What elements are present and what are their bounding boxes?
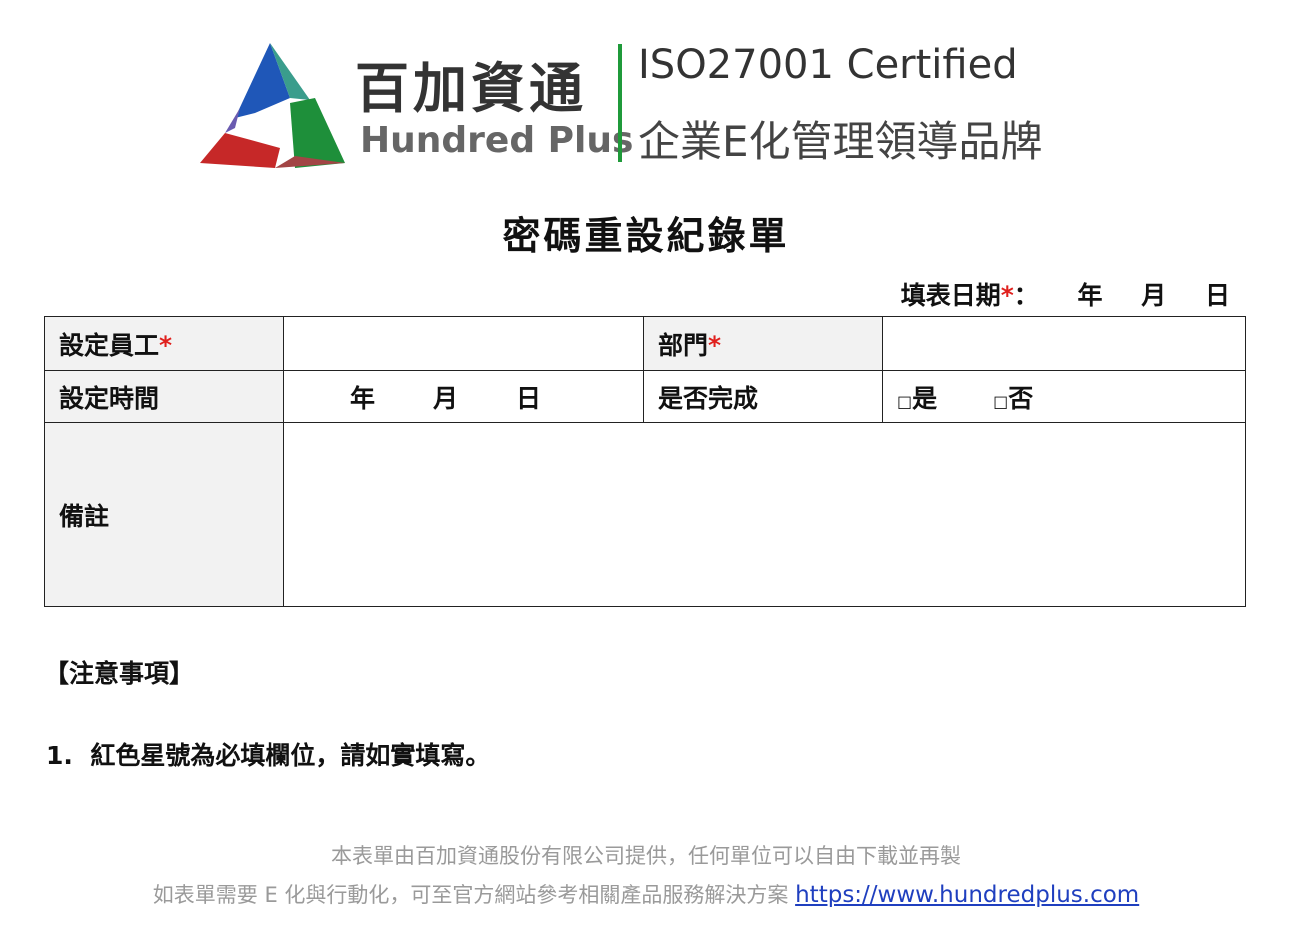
set-time-day: 日 (516, 383, 542, 413)
footer-note: 本表單由百加資通股份有限公司提供，任何單位可以自由下載並再製 (331, 844, 961, 868)
set-time-year: 年 (350, 383, 376, 413)
remarks-field[interactable] (283, 422, 1246, 607)
checkbox-no[interactable]: □否 (993, 384, 1033, 413)
fill-date-line: 填表日期*： 年 月 日 (901, 276, 1230, 312)
notice-item: 1. 紅色星號為必填欄位，請如實填寫。 (46, 736, 490, 772)
header-divider (618, 44, 622, 162)
fill-date-label: 填表日期 (900, 281, 1001, 310)
notice-item-number: 1. (46, 741, 73, 770)
required-mark: * (1000, 281, 1014, 310)
remarks-label: 備註 (44, 422, 284, 607)
employee-label: 設定員工* (44, 316, 284, 371)
fill-date-colon: ： (1013, 281, 1039, 310)
completed-label: 是否完成 (643, 370, 883, 423)
notice-title: 【注意事項】 (44, 659, 195, 688)
fill-date-day[interactable]: 日 (1205, 281, 1230, 310)
website-link[interactable]: https://www.hundredplus.com (795, 882, 1139, 908)
notice-item-text: 紅色星號為必填欄位，請如實填寫。 (90, 741, 491, 770)
iso-certification: ISO27001 Certified (638, 42, 1018, 88)
set-time-month: 月 (433, 383, 459, 413)
brand-header: 百加資通 Hundred Plus ISO27001 Certified 企業E… (195, 38, 1095, 178)
fill-date-year[interactable]: 年 (1078, 281, 1103, 310)
department-field[interactable] (882, 316, 1246, 371)
hundred-plus-logo-icon (200, 43, 345, 168)
fill-date-month[interactable]: 月 (1141, 281, 1166, 310)
department-label: 部門* (643, 316, 883, 371)
set-time-field[interactable]: 年月日 (283, 370, 644, 423)
brand-slogan: 企業E化管理領導品牌 (638, 117, 1043, 166)
completed-field: □是 □否 (882, 370, 1246, 423)
required-mark: * (159, 330, 173, 360)
page-title: 密碼重設紀錄單 (502, 214, 790, 258)
set-time-label: 設定時間 (44, 370, 284, 423)
footer-promo: 如表單需要 E 化與行動化，可至官方網站參考相關產品服務解決方案 https:/… (0, 879, 1292, 909)
reset-record-form: 設定員工* 部門* 設定時間 年 月 日 是否完成 □是 □否 備註 (44, 316, 1246, 607)
required-mark: * (708, 330, 722, 360)
brand-name-cn: 百加資通 (355, 57, 587, 120)
checkbox-yes[interactable]: □是 (897, 384, 937, 413)
brand-name-en: Hundred Plus (360, 120, 634, 161)
employee-field[interactable] (283, 316, 644, 371)
footer-promo-text: 如表單需要 E 化與行動化，可至官方網站參考相關產品服務解決方案 (152, 883, 789, 907)
